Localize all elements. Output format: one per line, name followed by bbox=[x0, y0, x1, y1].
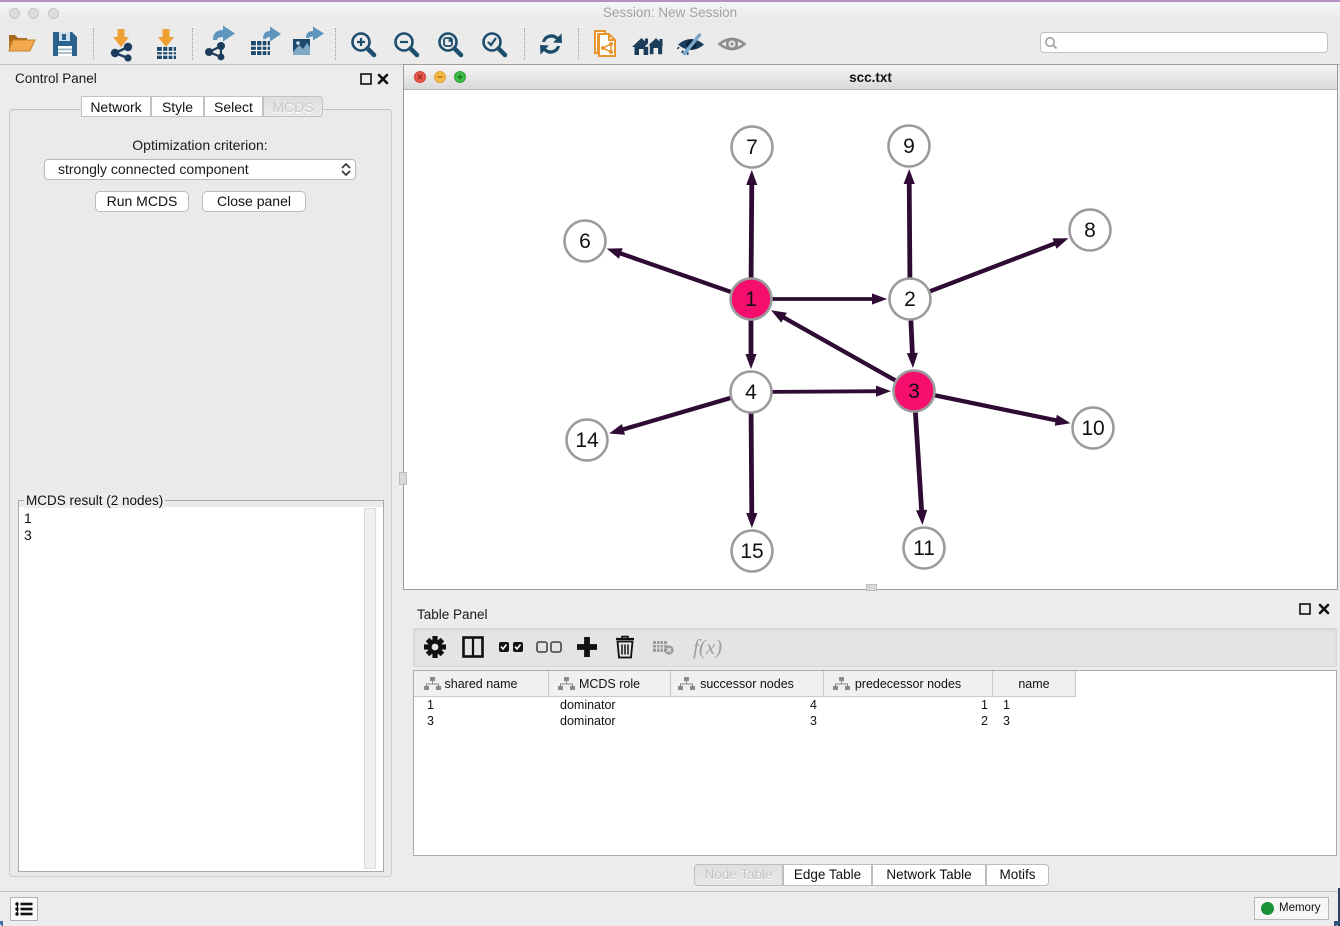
svg-text:15: 15 bbox=[740, 540, 763, 563]
svg-text:1: 1 bbox=[745, 288, 757, 311]
svg-text:14: 14 bbox=[575, 429, 599, 452]
svg-text:7: 7 bbox=[746, 136, 758, 159]
svg-text:10: 10 bbox=[1081, 417, 1104, 440]
svg-text:4: 4 bbox=[745, 381, 757, 404]
svg-text:8: 8 bbox=[1084, 219, 1096, 242]
svg-text:2: 2 bbox=[904, 288, 916, 311]
svg-text:9: 9 bbox=[903, 135, 915, 158]
svg-text:11: 11 bbox=[913, 537, 935, 560]
svg-text:3: 3 bbox=[908, 380, 920, 403]
svg-text:f(x): f(x) bbox=[693, 635, 722, 659]
svg-text:6: 6 bbox=[579, 230, 591, 253]
